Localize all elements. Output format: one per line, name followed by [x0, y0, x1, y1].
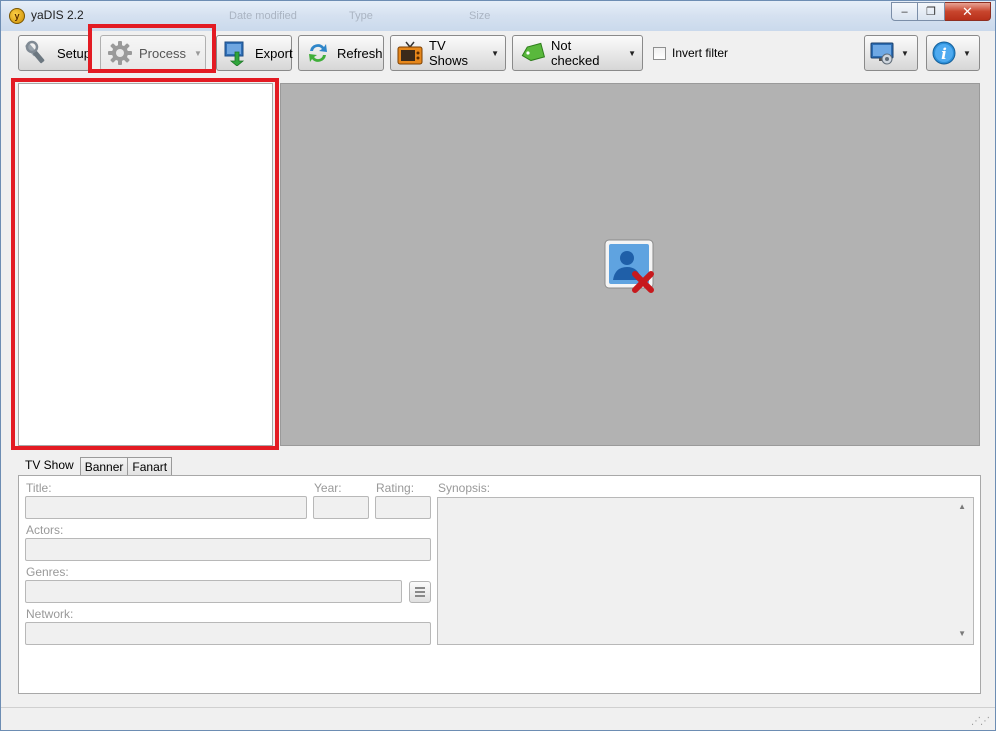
maximize-button[interactable]: ❐ — [918, 2, 945, 21]
invert-filter-label[interactable]: Invert filter — [672, 46, 728, 60]
tab-banner[interactable]: Banner — [79, 457, 129, 476]
info-dropdown[interactable]: i ▼ — [926, 35, 980, 71]
setup-button[interactable]: Setup — [18, 35, 91, 71]
close-button[interactable]: ✕ — [945, 2, 991, 21]
app-window: y yaDIS 2.2 Date modified Type Size ‒ ❐ … — [0, 0, 996, 731]
synopsis-label: Synopsis: — [438, 481, 491, 495]
refresh-button[interactable]: Refresh — [298, 35, 384, 71]
genres-label: Genres: — [26, 565, 69, 579]
process-button[interactable]: Process ▼ — [100, 35, 206, 71]
tab-fanart[interactable]: Fanart — [127, 457, 173, 476]
window-title: yaDIS 2.2 — [31, 8, 84, 22]
chevron-down-icon: ▼ — [628, 48, 636, 58]
actors-label: Actors: — [26, 523, 64, 537]
process-label: Process — [139, 45, 186, 61]
refresh-icon — [305, 40, 331, 66]
image-preview-panel — [280, 83, 980, 446]
tvshows-label: TV Shows — [429, 38, 469, 68]
gear-icon — [107, 40, 133, 66]
filter-dropdown[interactable]: Not checked ▼ — [512, 35, 643, 71]
network-label: Network: — [26, 607, 74, 621]
tvshow-details-panel: Title: Year: Rating: Synopsis: ▲ ▼ Actor… — [18, 475, 981, 694]
ghost-column-size: Size — [469, 10, 491, 22]
setup-label: Setup — [57, 45, 91, 61]
invert-filter-checkbox[interactable] — [653, 46, 666, 60]
title-field[interactable] — [25, 496, 307, 519]
minimize-icon: ‒ — [901, 5, 908, 18]
tvshow-list[interactable] — [18, 83, 273, 446]
toolbar: Setup Process ▼ Export Refresh TV Shows … — [1, 31, 995, 77]
ghost-column-type: Type — [349, 10, 373, 22]
wrench-screwdriver-icon — [25, 40, 51, 66]
chevron-down-icon: ▼ — [963, 48, 971, 58]
filter-label: Not checked — [551, 38, 600, 68]
tag-icon — [519, 40, 546, 66]
caption-buttons: ‒ ❐ ✕ — [891, 2, 991, 21]
tvshows-dropdown[interactable]: TV Shows ▼ — [390, 35, 506, 71]
info-icon: i — [931, 40, 957, 66]
tab-tvshow[interactable]: TV Show — [18, 454, 81, 476]
chevron-down-icon: ▼ — [901, 48, 909, 58]
title-bar[interactable]: y yaDIS 2.2 Date modified Type Size ‒ ❐ … — [1, 1, 995, 31]
chevron-down-icon: ▼ — [491, 48, 499, 58]
export-button[interactable]: Export — [216, 35, 293, 71]
no-image-person-icon — [603, 238, 659, 294]
edit-genres-button[interactable] — [409, 581, 431, 603]
year-label: Year: — [314, 481, 342, 495]
scroll-up-arrow-icon[interactable]: ▲ — [958, 502, 966, 511]
status-bar: ⋰⋰ — [1, 707, 995, 730]
list-edit-icon — [415, 587, 425, 597]
synopsis-textarea[interactable] — [437, 497, 974, 645]
monitor-settings-icon — [869, 40, 895, 66]
close-icon: ✕ — [962, 3, 973, 19]
refresh-label: Refresh — [337, 45, 383, 61]
rating-label: Rating: — [376, 481, 415, 495]
year-field[interactable] — [313, 496, 369, 519]
details-tabs: TV Show Banner Fanart — [18, 454, 173, 476]
scroll-down-arrow-icon[interactable]: ▼ — [958, 629, 966, 638]
actors-field[interactable] — [25, 538, 431, 561]
title-label: Title: — [26, 481, 52, 495]
invert-filter-option[interactable]: Invert filter — [653, 46, 728, 60]
genres-field[interactable] — [25, 580, 402, 603]
ghost-column-date: Date modified — [229, 10, 297, 22]
resize-grip-icon[interactable]: ⋰⋰ — [971, 716, 990, 727]
tv-icon — [397, 40, 423, 66]
minimize-button[interactable]: ‒ — [891, 2, 918, 21]
yadis-app-icon[interactable]: y — [9, 8, 25, 24]
svg-text:i: i — [941, 45, 947, 63]
export-arrow-icon — [223, 40, 249, 67]
export-label: Export — [255, 45, 293, 61]
chevron-down-icon: ▼ — [193, 48, 202, 58]
display-settings-dropdown[interactable]: ▼ — [864, 35, 918, 71]
restore-icon: ❐ — [926, 6, 936, 18]
network-field[interactable] — [25, 622, 431, 645]
rating-field[interactable] — [375, 496, 431, 519]
